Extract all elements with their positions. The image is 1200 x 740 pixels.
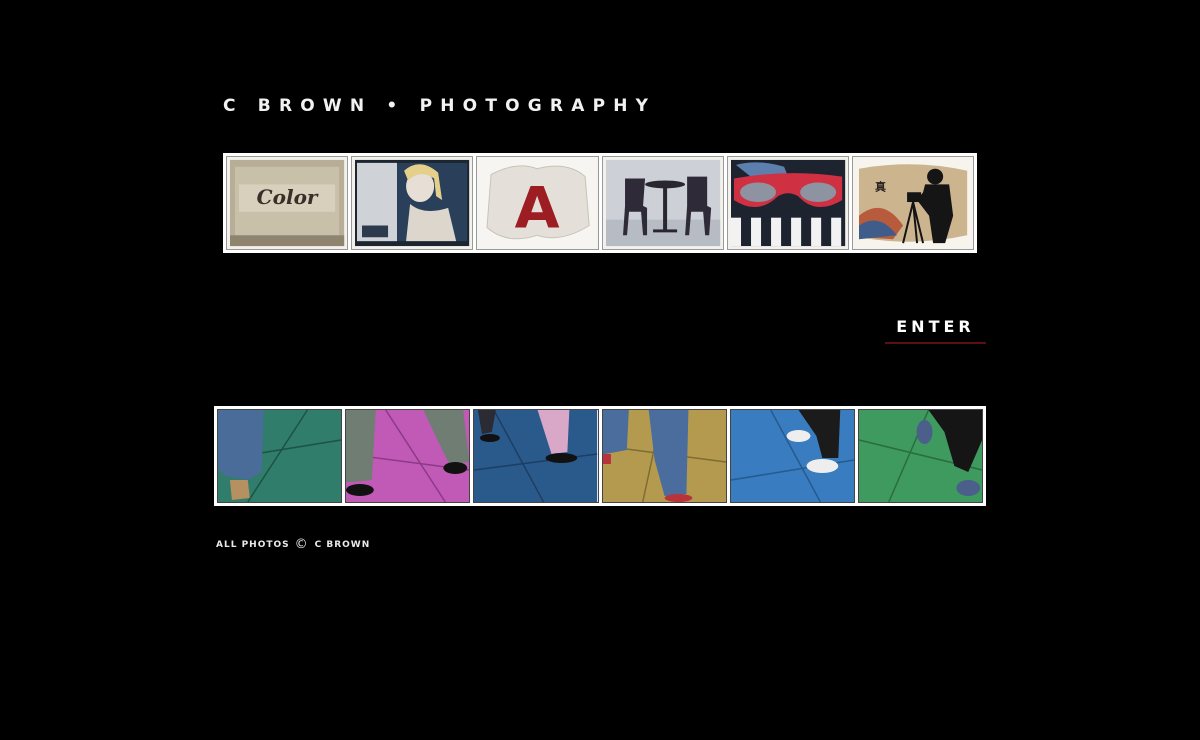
bottom-photo-strip [214, 406, 986, 506]
svg-text:真: 真 [875, 179, 886, 193]
copyright-icon: © [294, 537, 309, 552]
copyright-notice: ALL PHOTOS © C BROWN [216, 538, 370, 552]
red-letter-a-photo[interactable]: A [476, 156, 599, 250]
splash-page: C BROWN • PHOTOGRAPHY Color A 真 ENTER AL… [0, 0, 1200, 740]
woman-poster-photo[interactable] [351, 156, 474, 250]
feet-green-floor-photo[interactable] [857, 409, 984, 503]
copyright-prefix: ALL PHOTOS [216, 540, 290, 550]
top-photo-strip: Color A 真 [223, 153, 977, 253]
feet-gold-floor-photo[interactable] [601, 409, 727, 503]
feet-sky-blue-floor-photo[interactable] [729, 409, 855, 503]
feet-blue-floor-photo[interactable] [473, 409, 599, 503]
feet-magenta-floor-photo[interactable] [345, 409, 471, 503]
feet-teal-floor-photo[interactable] [217, 409, 343, 503]
enter-link[interactable]: ENTER [885, 316, 986, 344]
photographer-silhouette-photo[interactable]: 真 [851, 156, 975, 250]
color-sign-photo[interactable]: Color [226, 156, 349, 250]
chairs-table-photo[interactable] [601, 156, 724, 250]
svg-text:Color: Color [257, 185, 319, 209]
copyright-owner: C BROWN [314, 540, 371, 550]
svg-text:A: A [515, 175, 561, 241]
sunglasses-photo[interactable] [726, 156, 849, 250]
site-title: C BROWN • PHOTOGRAPHY [223, 96, 657, 116]
